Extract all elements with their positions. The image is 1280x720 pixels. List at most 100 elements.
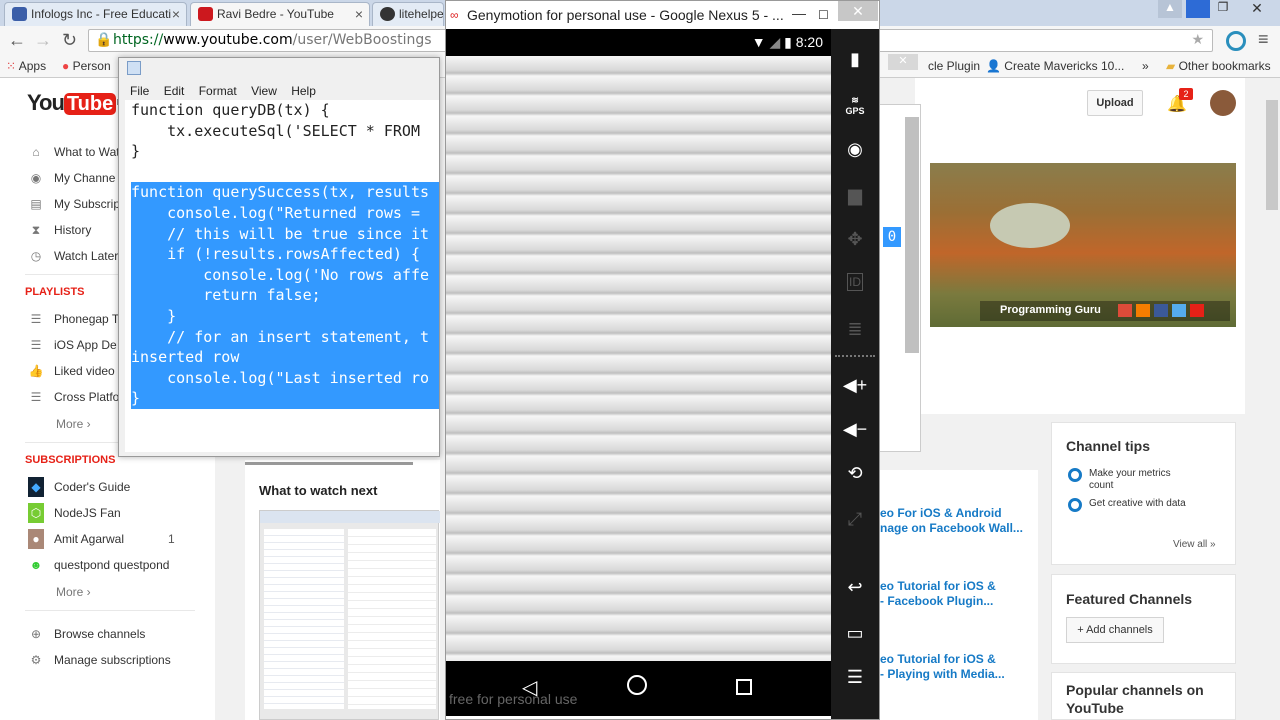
code-line: inserted row <box>131 347 439 368</box>
history-icon: ⧗ <box>31 223 41 237</box>
extension-icon[interactable] <box>1226 31 1246 51</box>
manage-subscriptions-link[interactable]: ⚙ Manage subscriptions <box>28 650 213 670</box>
menu-icon[interactable]: ≡ <box>1258 29 1269 50</box>
media-icon[interactable]: ▆ <box>831 185 879 206</box>
view-all-link[interactable]: View all » <box>1173 539 1216 550</box>
add-channels-button[interactable]: + Add channels <box>1066 617 1164 643</box>
subscriptions-icon: ▤ <box>30 197 42 211</box>
menu-view[interactable]: View <box>251 84 277 98</box>
move-icon[interactable]: ✥ <box>831 229 879 250</box>
tip-item[interactable]: Get creative with data <box>1089 498 1189 510</box>
home-nav-icon[interactable] <box>627 675 647 695</box>
menu-icon[interactable]: ☰ <box>831 667 879 688</box>
plugin-bookmark[interactable]: cle Plugin <box>928 56 980 76</box>
battery-widget-icon[interactable]: ▮ <box>831 49 879 70</box>
recent-apps-icon[interactable]: ▭ <box>831 623 879 644</box>
youtube-icon[interactable] <box>1190 304 1204 317</box>
forward-arrow-icon[interactable]: → <box>34 30 52 51</box>
video-title[interactable]: eo Tutorial for iOS & - Playing with Medi… <box>880 652 1040 682</box>
close-tab-icon[interactable]: × <box>355 3 363 25</box>
scrollbar-thumb[interactable] <box>905 117 919 353</box>
volume-up-icon[interactable]: ◀+ <box>831 375 879 396</box>
youtube-logo[interactable]: YouTubeIN <box>27 90 124 120</box>
channel-tips-card: Channel tips Make your metrics count Get… <box>1051 422 1236 565</box>
android-screen[interactable] <box>446 56 831 661</box>
back-icon[interactable]: ↩ <box>831 577 879 598</box>
rss-icon[interactable]: ≣ <box>831 319 879 340</box>
apps-bookmark[interactable]: ⁙ Apps <box>6 56 46 76</box>
restore-button[interactable]: ❐ <box>1212 0 1234 18</box>
plus-circle-icon: ⊕ <box>30 627 42 641</box>
avatar[interactable] <box>1210 90 1236 116</box>
code-textarea[interactable]: function queryDB(tx) { tx.executeSql('SE… <box>125 100 439 452</box>
tab-infologs[interactable]: Infologs Inc - Free Educati × <box>4 2 187 26</box>
video-title[interactable]: eo For iOS & Android nage on Facebook Wal… <box>880 506 1040 536</box>
twitter-icon[interactable] <box>1172 304 1186 317</box>
close-tab-icon[interactable]: × <box>172 3 180 25</box>
reload-icon[interactable]: ↻ <box>62 30 77 51</box>
coders-guide-avatar: ◆ <box>28 477 44 497</box>
recents-nav-icon[interactable] <box>736 679 752 695</box>
user-icon[interactable]: ▲ <box>1158 0 1182 18</box>
more-bookmarks-chevron[interactable]: » <box>1142 56 1149 76</box>
subscription-item[interactable]: ● Amit Agarwal 1 <box>28 529 213 549</box>
clock-icon: ◷ <box>30 249 42 263</box>
subscriptions-more-link[interactable]: More › <box>56 585 91 599</box>
scale-icon[interactable]: ⤢ <box>831 509 879 530</box>
person-bookmark[interactable]: ● Person <box>62 56 111 76</box>
video-thumbnail[interactable] <box>259 510 440 720</box>
signal-icon: ◢ <box>769 34 781 50</box>
other-bookmarks[interactable]: ▰ Other bookmarks <box>1166 56 1271 76</box>
android-nav-bar: ◁ free for personal use <box>446 661 831 716</box>
page-scrollbar-thumb[interactable] <box>1266 100 1278 210</box>
close-window-button[interactable]: ✕ <box>1236 0 1278 18</box>
tab-label: litehelpe <box>399 7 444 21</box>
code-line: console.log('No rows affe <box>131 264 439 286</box>
gps-icon[interactable]: ≋ GPS <box>831 95 879 116</box>
genymotion-maximize-button[interactable]: ☐ <box>818 1 829 29</box>
what-to-watch-heading: What to watch next <box>259 483 378 498</box>
playlists-more-link[interactable]: More › <box>56 417 91 431</box>
camera-icon[interactable]: ◉ <box>831 139 879 160</box>
video-title[interactable]: eo Tutorial for iOS & - Facebook Plugin..… <box>880 579 1040 609</box>
genymotion-minimize-button[interactable]: — <box>792 0 806 27</box>
id-icon[interactable]: ID <box>831 273 879 291</box>
thumbs-up-icon: 👍 <box>28 364 44 378</box>
menu-help[interactable]: Help <box>291 84 316 98</box>
mavericks-bookmark[interactable]: 👤 Create Mavericks 10... <box>986 56 1124 76</box>
rotate-icon[interactable]: ⟲ <box>831 463 879 484</box>
person-icon: ◉ <box>30 171 42 185</box>
subscription-item[interactable]: ☻ questpond questpond <box>28 555 213 575</box>
code-line: // for an insert statement, t <box>131 326 439 348</box>
tab-youtube[interactable]: Ravi Bedre - YouTube × <box>190 2 370 26</box>
volume-down-icon[interactable]: ◀− <box>831 419 879 440</box>
back-arrow-icon[interactable]: ← <box>8 30 26 51</box>
playlist-icon: ☰ <box>30 312 42 326</box>
folder-icon: ▰ <box>1166 59 1176 73</box>
genymotion-window: ∞ Genymotion for personal use - Google N… <box>445 0 880 720</box>
bookmark-star-icon[interactable]: ★ <box>1191 30 1204 51</box>
android-status-bar: ▼ ◢ ▮ 8:20 <box>446 29 831 56</box>
editor-menu-bar: File Edit Format View Help <box>119 82 439 100</box>
menu-file[interactable]: File <box>130 84 149 98</box>
facebook-icon[interactable] <box>1154 304 1168 317</box>
browse-channels-link[interactable]: ⊕ Browse channels <box>28 624 213 644</box>
battery-icon: ▮ <box>784 34 792 50</box>
url-host: www.youtube.com <box>163 32 293 48</box>
tip-radio-icon[interactable] <box>1068 468 1082 482</box>
menu-format[interactable]: Format <box>199 84 237 98</box>
tab-github[interactable]: litehelpe <box>372 2 444 26</box>
tip-item[interactable]: Make your metrics count <box>1089 468 1179 492</box>
tip-radio-icon[interactable] <box>1068 498 1082 512</box>
upload-button[interactable]: Upload <box>1087 90 1143 116</box>
menu-edit[interactable]: Edit <box>164 84 185 98</box>
googleplus-icon[interactable] <box>1118 304 1132 317</box>
minimize-button[interactable] <box>1186 0 1210 18</box>
subscription-item[interactable]: ⬡ NodeJS Fan <box>28 503 213 523</box>
selected-counter: 0 <box>883 227 901 247</box>
blogger-icon[interactable] <box>1136 304 1150 317</box>
subscription-item[interactable]: ◆ Coder's Guide <box>28 477 213 497</box>
genymotion-close-button[interactable]: ✕ <box>838 1 878 21</box>
editor-close-button[interactable]: ✕ <box>888 54 918 70</box>
